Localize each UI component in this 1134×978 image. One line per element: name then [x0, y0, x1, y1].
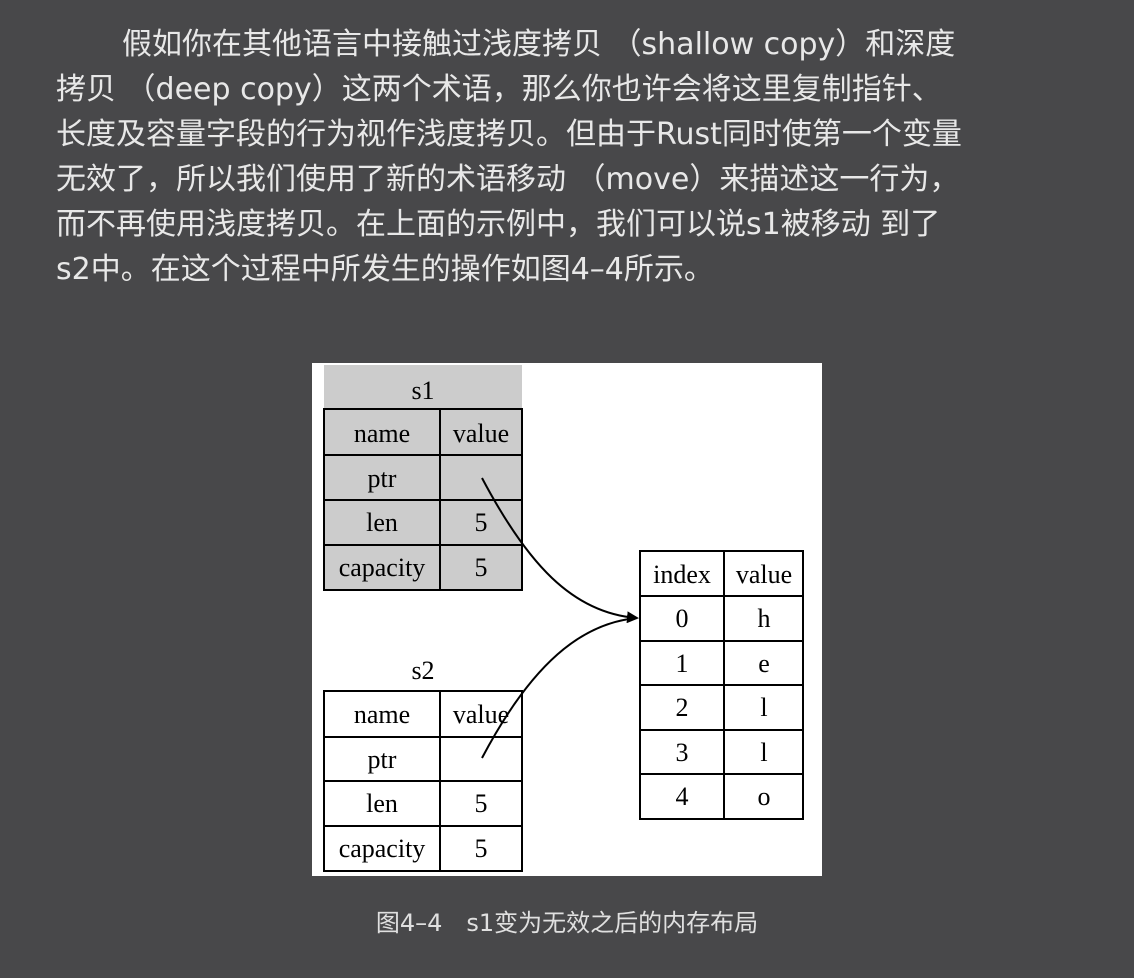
s1-row-len-value: 5 — [475, 508, 488, 537]
heap-header-value: value — [736, 560, 792, 589]
heap-row-value: l — [760, 693, 767, 722]
s2-row-ptr-name: ptr — [368, 745, 397, 774]
s1-row-len-name: len — [366, 508, 398, 537]
s1-row-ptr-name: ptr — [368, 464, 397, 493]
memory-layout-diagram: s1 name value ptr len 5 capacity 5 s2 na… — [323, 365, 804, 872]
heap-row-index: 1 — [676, 649, 689, 678]
heap-row-value: l — [760, 738, 767, 767]
heap-row-value: e — [758, 649, 770, 678]
s2-table: s2 name value ptr len 5 capacity 5 — [323, 656, 523, 872]
s2-row-len-name: len — [366, 789, 398, 818]
paragraph-line: 长度及容量字段的行为视作浅度拷贝。但由于Rust同时使第一个变量 — [56, 117, 962, 152]
paragraph-line: s2中。在这个过程中所发生的操作如图4–4所示。 — [56, 252, 714, 287]
body-paragraph: 假如你在其他语言中接触过浅度拷贝 （shallow copy）和深度 拷贝 （d… — [56, 22, 1096, 292]
s1-title: s1 — [411, 376, 434, 405]
s2-row-len-value: 5 — [475, 789, 488, 818]
paragraph-line: 拷贝 （deep copy）这两个术语，那么你也许会将这里复制指针、 — [56, 72, 942, 107]
heap-header-index: index — [653, 560, 711, 589]
heap-row-index: 3 — [676, 738, 689, 767]
s2-row-capacity-value: 5 — [475, 834, 488, 863]
s1-header-value: value — [453, 419, 509, 448]
heap-table: index value 0 h 1 e 2 l 3 l 4 o — [639, 550, 804, 820]
s1-row-capacity-value: 5 — [475, 553, 488, 582]
s1-header-name: name — [354, 419, 410, 448]
paragraph-line: 假如你在其他语言中接触过浅度拷贝 （shallow copy）和深度 — [122, 27, 956, 62]
paragraph-line: 而不再使用浅度拷贝。在上面的示例中，我们可以说s1被移动 到了 — [56, 207, 941, 242]
figure-caption: 图4–4 s1变为无效之后的内存布局 — [375, 909, 759, 937]
s1-row-capacity-name: capacity — [339, 553, 426, 582]
heap-row-value: h — [758, 604, 771, 633]
memory-layout-figure: s1 name value ptr len 5 capacity 5 s2 na… — [312, 363, 822, 876]
s1-table: s1 name value ptr len 5 capacity 5 — [323, 365, 523, 591]
heap-row-index: 0 — [676, 604, 689, 633]
heap-row-value: o — [758, 782, 771, 811]
heap-row-index: 4 — [676, 782, 689, 811]
s2-title: s2 — [411, 656, 434, 685]
s2-row-capacity-name: capacity — [339, 834, 426, 863]
heap-row-index: 2 — [676, 693, 689, 722]
paragraph-line: 无效了，所以我们使用了新的术语移动 （move）来描述这一行为， — [56, 162, 960, 197]
s2-header-name: name — [354, 700, 410, 729]
